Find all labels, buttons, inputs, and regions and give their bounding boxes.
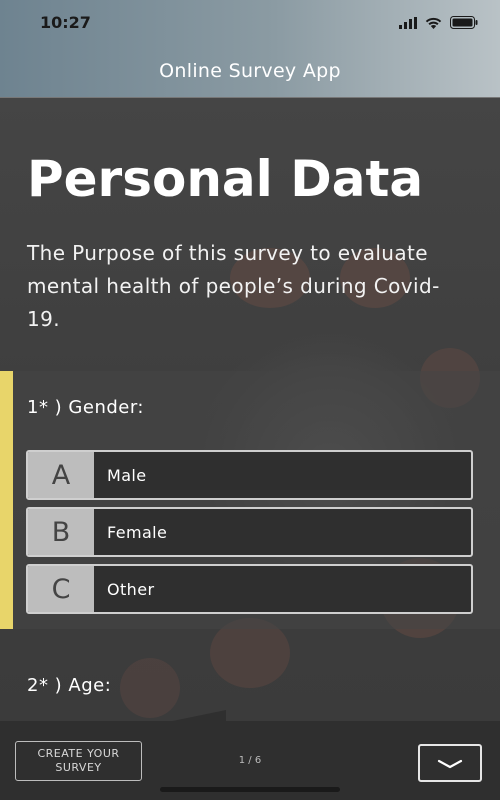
battery-icon [450, 14, 478, 33]
question-accent-bar [0, 371, 13, 629]
status-time: 10:27 [40, 13, 91, 32]
survey-description: The Purpose of this survey to evaluate m… [27, 241, 440, 331]
question-label-age: 2* ) Age: [27, 675, 112, 696]
option-label: Other [107, 579, 155, 599]
next-question-button[interactable] [418, 744, 482, 782]
home-indicator [160, 787, 340, 792]
option-letter: C [28, 566, 94, 612]
chevron-down-icon [437, 754, 463, 773]
question-card-gender: 1* ) Gender: A Male B Female C Other [0, 371, 500, 629]
app-title: Online Survey App [159, 60, 341, 82]
status-bar: 10:27 [0, 0, 500, 44]
option-label: Male [107, 465, 147, 485]
option-letter: B [28, 509, 94, 555]
signal-icon [399, 14, 417, 33]
option-label: Female [107, 522, 168, 542]
wifi-icon [425, 14, 442, 33]
question-label: 1* ) Gender: [27, 397, 144, 418]
app-header: 10:27 Online Survey App [0, 0, 500, 98]
option-male[interactable]: A Male [26, 450, 473, 500]
page-title: Personal Data [27, 150, 424, 208]
option-other[interactable]: C Other [26, 564, 473, 614]
option-letter: A [28, 452, 94, 498]
option-female[interactable]: B Female [26, 507, 473, 557]
